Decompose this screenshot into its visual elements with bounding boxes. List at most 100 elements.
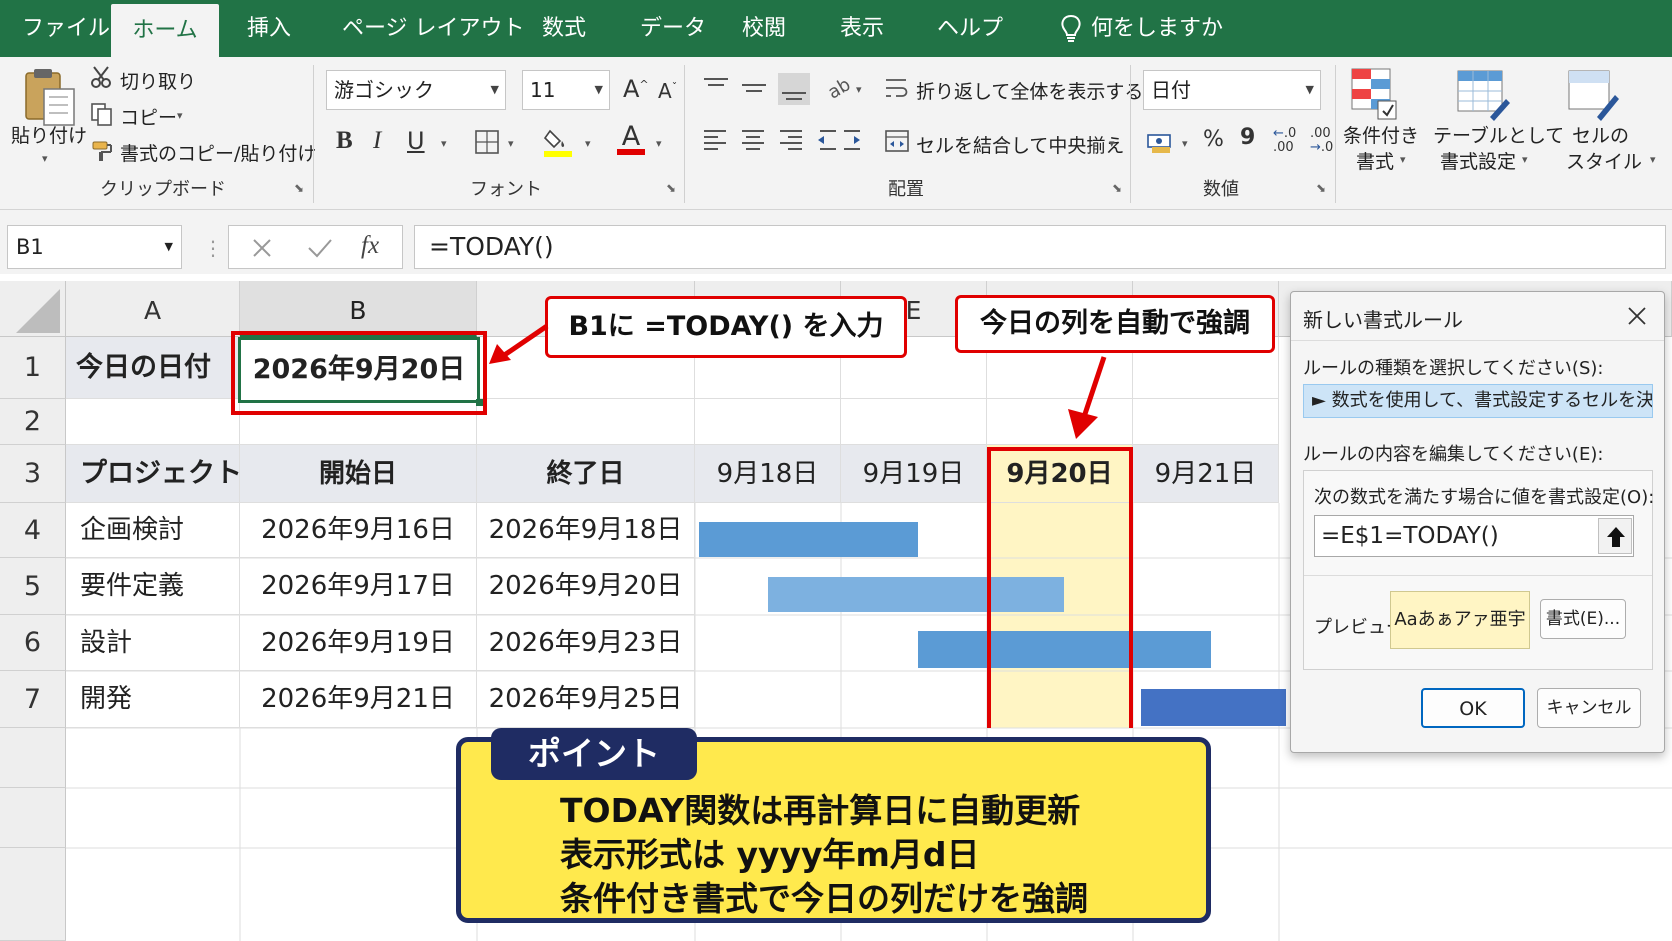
- tab-help[interactable]: ヘルプ: [915, 0, 1025, 57]
- bold-button[interactable]: B: [336, 127, 353, 155]
- column-header-a[interactable]: A: [66, 281, 240, 337]
- comma-style-button[interactable]: 9: [1240, 125, 1255, 150]
- cancel-icon[interactable]: [251, 237, 273, 259]
- rule-type-selected[interactable]: ► 数式を使用して、書式設定するセルを決定: [1303, 384, 1653, 418]
- row-header-2[interactable]: 2: [0, 399, 66, 445]
- borders-icon[interactable]: [474, 129, 500, 155]
- clipboard-launcher-icon[interactable]: ⬊: [294, 181, 304, 195]
- cancel-button[interactable]: キャンセル: [1537, 688, 1641, 728]
- format-as-table-label2[interactable]: 書式設定: [1440, 147, 1516, 174]
- accounting-format-icon[interactable]: [1146, 127, 1176, 155]
- format-painter-button[interactable]: 書式のコピー/貼り付け: [120, 139, 316, 166]
- cell-e2[interactable]: [841, 399, 987, 445]
- percent-style-button[interactable]: %: [1203, 127, 1224, 152]
- alignment-launcher-icon[interactable]: ⬊: [1112, 181, 1122, 195]
- increase-decimal-button[interactable]: ←.0.00: [1273, 127, 1296, 155]
- tab-review[interactable]: 校閲: [720, 0, 808, 57]
- decrease-decimal-button[interactable]: .00 →.0: [1310, 127, 1333, 155]
- copy-button[interactable]: コピー: [120, 103, 177, 130]
- row-header-9[interactable]: [0, 788, 66, 848]
- paste-icon[interactable]: [20, 67, 78, 129]
- underline-dropdown-icon[interactable]: ▾: [441, 137, 447, 150]
- ok-button[interactable]: OK: [1421, 688, 1525, 728]
- font-name-combo[interactable]: 游ゴシック ▼: [326, 70, 506, 110]
- header-date-sep21[interactable]: 9月21日: [1133, 445, 1279, 503]
- tell-me-search[interactable]: 何をしますか: [1083, 0, 1231, 57]
- format-as-table-label[interactable]: テーブルとして: [1433, 121, 1564, 148]
- name-box[interactable]: B1 ▼: [7, 225, 182, 269]
- fill-handle[interactable]: [476, 399, 483, 406]
- format-button[interactable]: 書式(E)...: [1540, 599, 1626, 639]
- format-table-dropdown-icon[interactable]: ▾: [1522, 153, 1528, 166]
- header-end-date[interactable]: 終了日: [477, 445, 695, 503]
- borders-dropdown-icon[interactable]: ▾: [508, 137, 514, 150]
- fill-color-icon[interactable]: [542, 125, 574, 159]
- paste-button[interactable]: 貼り付け: [11, 121, 87, 148]
- row-header-5[interactable]: 5: [0, 558, 66, 615]
- number-launcher-icon[interactable]: ⬊: [1316, 181, 1326, 195]
- callout-today-column: 今日の列を自動で強調: [955, 295, 1275, 353]
- tab-home[interactable]: ホーム: [111, 4, 219, 57]
- wrap-text-button[interactable]: 折り返して全体を表示する: [916, 77, 1143, 104]
- grow-font-button[interactable]: A^: [623, 75, 649, 103]
- accounting-dropdown-icon[interactable]: ▾: [1182, 137, 1188, 150]
- header-date-sep18[interactable]: 9月18日: [695, 445, 841, 503]
- row-header-1[interactable]: 1: [0, 337, 66, 399]
- conditional-formatting-icon[interactable]: [1350, 67, 1400, 121]
- header-date-sep19[interactable]: 9月19日: [841, 445, 987, 503]
- cut-button[interactable]: 切り取り: [120, 67, 196, 94]
- conditional-dropdown-icon[interactable]: ▾: [1400, 153, 1406, 166]
- tab-view[interactable]: 表示: [818, 0, 906, 57]
- cell-styles-dropdown-icon[interactable]: ▾: [1650, 153, 1656, 166]
- conditional-formatting-label2[interactable]: 書式: [1356, 147, 1394, 174]
- cell-styles-label2[interactable]: スタイル: [1566, 147, 1642, 174]
- merge-center-button[interactable]: セルを結合して中央揃え: [916, 131, 1124, 158]
- select-all-corner[interactable]: [0, 281, 66, 337]
- row-header-10[interactable]: [0, 848, 66, 941]
- fill-color-dropdown-icon[interactable]: ▾: [585, 137, 591, 150]
- number-format-combo[interactable]: 日付 ▼: [1143, 70, 1321, 110]
- cell-d2[interactable]: [695, 399, 841, 445]
- horizontal-align-icons[interactable]: [702, 127, 862, 153]
- header-start-date[interactable]: 開始日: [240, 445, 477, 503]
- paste-dropdown-icon[interactable]: ▾: [42, 152, 48, 165]
- row-header-8[interactable]: [0, 728, 66, 788]
- row-header-3[interactable]: 3: [0, 445, 66, 503]
- cell-c2[interactable]: [477, 399, 695, 445]
- close-icon[interactable]: [1627, 306, 1647, 326]
- row-header-7[interactable]: 7: [0, 671, 66, 728]
- insert-function-icon[interactable]: fx: [361, 232, 379, 260]
- merge-dropdown-icon[interactable]: ▾: [1109, 137, 1115, 150]
- gantt-bar-1: [699, 522, 918, 557]
- cell-a1[interactable]: 今日の日付: [66, 337, 240, 399]
- underline-button[interactable]: U: [407, 127, 425, 155]
- italic-button[interactable]: I: [373, 127, 381, 155]
- orientation-icon[interactable]: ab ▾: [826, 73, 868, 101]
- tab-insert[interactable]: 挿入: [225, 0, 313, 57]
- cell-styles-icon[interactable]: [1567, 67, 1619, 121]
- row-header-6[interactable]: 6: [0, 615, 66, 671]
- font-color-dropdown-icon[interactable]: ▾: [656, 137, 662, 150]
- font-launcher-icon[interactable]: ⬊: [666, 181, 676, 195]
- cell-styles-label[interactable]: セルの: [1572, 121, 1629, 148]
- format-as-table-icon[interactable]: [1456, 67, 1510, 121]
- copy-dropdown-icon[interactable]: ▾: [177, 109, 183, 122]
- tab-page-layout[interactable]: ページ レイアウト: [320, 0, 547, 57]
- enter-check-icon[interactable]: [307, 237, 333, 259]
- row-header-4[interactable]: 4: [0, 503, 66, 558]
- formula-input[interactable]: =TODAY(): [414, 225, 1666, 269]
- conditional-formatting-label[interactable]: 条件付き: [1343, 121, 1419, 148]
- tab-formulas[interactable]: 数式: [520, 0, 608, 57]
- cell-a2[interactable]: [66, 399, 240, 445]
- font-color-button[interactable]: A: [617, 121, 645, 155]
- font-size-combo[interactable]: 11 ▼: [522, 70, 610, 110]
- header-project[interactable]: プロジェクト: [66, 445, 240, 503]
- column-header-b[interactable]: B: [240, 281, 477, 337]
- cell-b1[interactable]: 2026年9月20日: [238, 337, 480, 403]
- tab-data[interactable]: データ: [618, 0, 728, 57]
- collapse-dialog-button[interactable]: [1598, 518, 1632, 554]
- shrink-font-button[interactable]: Aˇ: [658, 79, 677, 103]
- vertical-align-icons[interactable]: [702, 71, 810, 105]
- cell-g2[interactable]: [1133, 399, 1279, 445]
- rule-formula-input[interactable]: =E$1=TODAY(): [1314, 515, 1634, 557]
